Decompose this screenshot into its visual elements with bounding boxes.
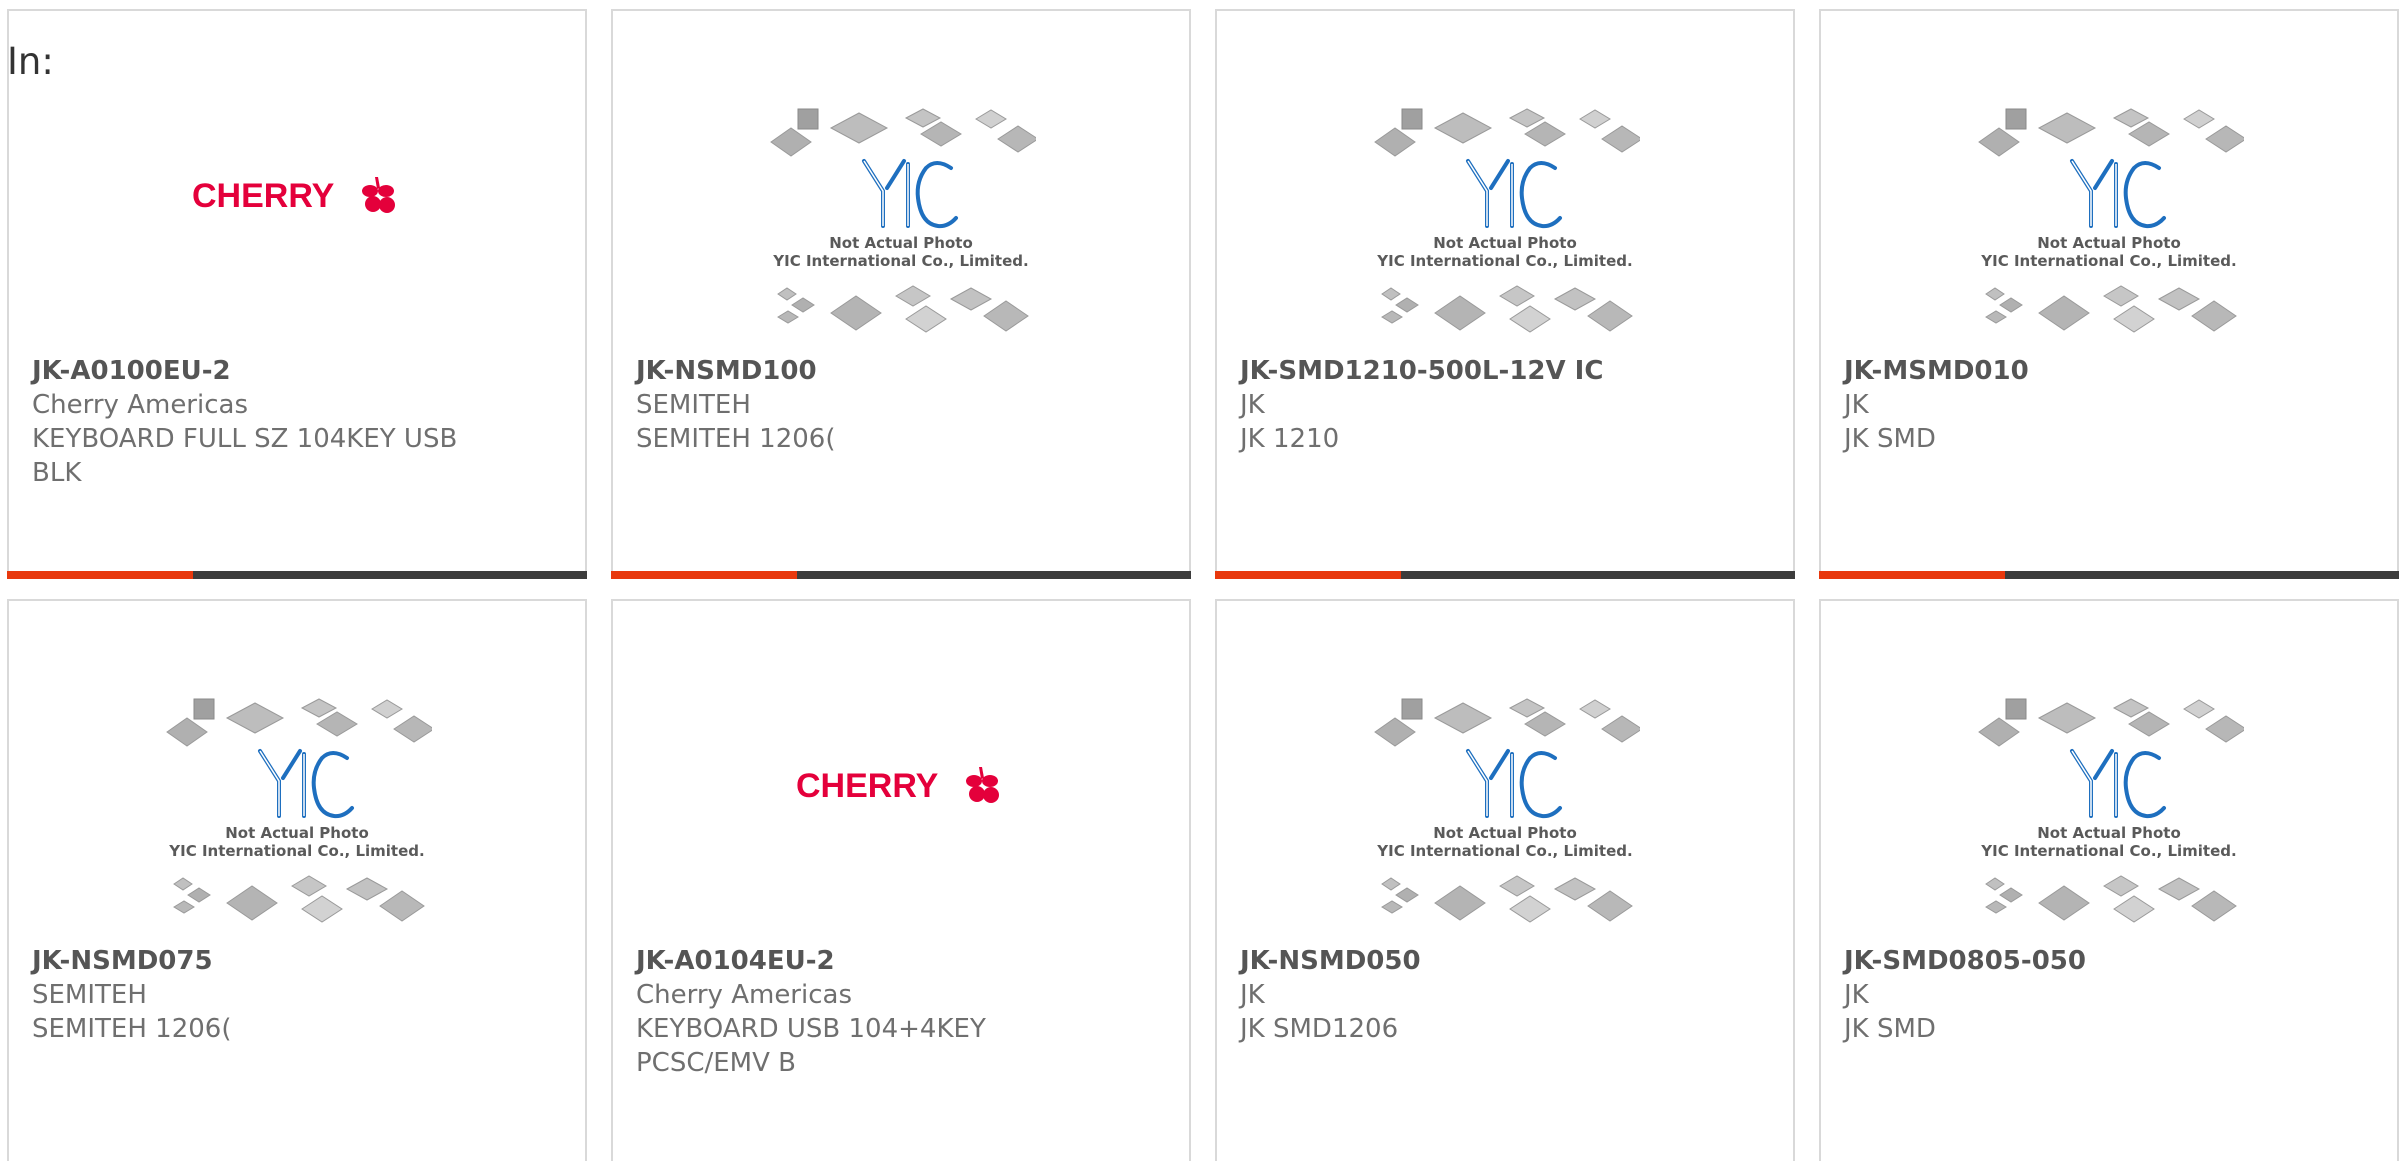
- cherry-logo: CHERRY: [192, 171, 402, 223]
- not-actual-photo-placeholder: Not Actual Photo YIC International Co., L…: [766, 106, 1039, 350]
- placeholder-caption-line1: Not Actual Photo: [829, 234, 973, 252]
- manufacturer: Cherry Americas: [32, 390, 248, 420]
- part-number[interactable]: JK-NSMD100: [636, 354, 1169, 388]
- product-card[interactable]: Not Actual Photo YIC International Co., L…: [1215, 9, 1795, 579]
- card-accent-bar: [1215, 571, 1795, 579]
- card-accent-fill: [611, 571, 797, 579]
- product-info: JK-MSMD010 JK JK SMD: [1844, 354, 2377, 456]
- product-image[interactable]: Not Actual Photo YIC International Co., L…: [1217, 91, 1793, 361]
- part-number[interactable]: JK-A0100EU-2: [32, 354, 565, 388]
- description: KEYBOARD FULL SZ 104KEY USB BLK: [32, 424, 458, 488]
- description: SEMITEH 1206(: [636, 424, 836, 454]
- placeholder-caption-line2: YIC International Co., Limited.: [1376, 252, 1632, 270]
- product-card[interactable]: Not Actual Photo YIC International Co., L…: [611, 9, 1191, 579]
- not-actual-photo-placeholder: Not Actual Photo YIC International Co., L…: [162, 696, 435, 940]
- product-image[interactable]: Not Actual Photo YIC International Co., L…: [1821, 91, 2397, 361]
- product-info: JK-NSMD100 SEMITEH SEMITEH 1206(: [636, 354, 1169, 456]
- product-card[interactable]: Not Actual Photo YIC International Co., L…: [1215, 599, 1795, 1161]
- manufacturer: Cherry Americas: [636, 980, 852, 1010]
- placeholder-caption-line1: Not Actual Photo: [1433, 234, 1577, 252]
- product-image[interactable]: CHERRY: [9, 91, 585, 361]
- description: KEYBOARD USB 104+4KEY PCSC/EMV B: [636, 1014, 986, 1078]
- manufacturer: JK: [1240, 980, 1265, 1010]
- part-number[interactable]: JK-MSMD010: [1844, 354, 2377, 388]
- part-number[interactable]: JK-A0104EU-2: [636, 944, 1169, 978]
- product-image[interactable]: Not Actual Photo YIC International Co., L…: [9, 681, 585, 951]
- product-info: JK-NSMD050 JK JK SMD1206: [1240, 944, 1773, 1046]
- product-info: JK-NSMD075 SEMITEH SEMITEH 1206(: [32, 944, 565, 1046]
- placeholder-caption-line1: Not Actual Photo: [2037, 234, 2181, 252]
- product-card[interactable]: Not Actual Photo YIC International Co., L…: [7, 599, 587, 1161]
- manufacturer: JK: [1240, 390, 1265, 420]
- description: JK 1210: [1240, 424, 1340, 454]
- product-info: JK-SMD0805-050 JK JK SMD: [1844, 944, 2377, 1046]
- in-label: In:: [7, 40, 54, 83]
- placeholder-caption-line2: YIC International Co., Limited.: [1376, 842, 1632, 860]
- cherry-logo: CHERRY: [796, 761, 1006, 813]
- not-actual-photo-placeholder: Not Actual Photo YIC International Co., L…: [1370, 106, 1643, 350]
- product-info: JK-SMD1210-500L-12V IC JK JK 1210: [1240, 354, 1773, 456]
- placeholder-caption-line1: Not Actual Photo: [1433, 824, 1577, 842]
- product-card[interactable]: Not Actual Photo YIC International Co., L…: [1819, 9, 2399, 579]
- manufacturer: JK: [1844, 980, 1869, 1010]
- not-actual-photo-placeholder: Not Actual Photo YIC International Co., L…: [1974, 696, 2247, 940]
- description: SEMITEH 1206(: [32, 1014, 232, 1044]
- part-number[interactable]: JK-NSMD050: [1240, 944, 1773, 978]
- not-actual-photo-placeholder: Not Actual Photo YIC International Co., L…: [1370, 696, 1643, 940]
- card-accent-fill: [1819, 571, 2005, 579]
- description: JK SMD: [1844, 1014, 1936, 1044]
- part-number[interactable]: JK-SMD1210-500L-12V IC: [1240, 354, 1773, 388]
- placeholder-caption-line1: Not Actual Photo: [225, 824, 369, 842]
- not-actual-photo-placeholder: Not Actual Photo YIC International Co., L…: [1974, 106, 2247, 350]
- part-number[interactable]: JK-SMD0805-050: [1844, 944, 2377, 978]
- product-results-page: In: CHERRY JK-A0100EU-2 Cherry Americas KEY…: [0, 0, 2400, 1161]
- product-info: JK-A0100EU-2 Cherry Americas KEYBOARD FULL…: [32, 354, 565, 490]
- product-grid: CHERRY JK-A0100EU-2 Cherry Americas KEYBOAR…: [7, 9, 2399, 1161]
- svg-text:CHERRY: CHERRY: [796, 767, 939, 805]
- description: JK SMD: [1844, 424, 1936, 454]
- product-card[interactable]: CHERRY JK-A0104EU-2 Cherry Americas KEYBOAR…: [611, 599, 1191, 1161]
- product-image[interactable]: Not Actual Photo YIC International Co., L…: [1217, 681, 1793, 951]
- manufacturer: SEMITEH: [32, 980, 147, 1010]
- placeholder-caption-line1: Not Actual Photo: [2037, 824, 2181, 842]
- description: JK SMD1206: [1240, 1014, 1399, 1044]
- manufacturer: JK: [1844, 390, 1869, 420]
- product-image[interactable]: CHERRY: [613, 681, 1189, 951]
- placeholder-caption-line2: YIC International Co., Limited.: [168, 842, 424, 860]
- product-image[interactable]: Not Actual Photo YIC International Co., L…: [613, 91, 1189, 361]
- placeholder-caption-line2: YIC International Co., Limited.: [1980, 842, 2236, 860]
- placeholder-caption-line2: YIC International Co., Limited.: [772, 252, 1028, 270]
- card-accent-fill: [7, 571, 193, 579]
- product-info: JK-A0104EU-2 Cherry Americas KEYBOARD USB …: [636, 944, 1169, 1080]
- card-accent-bar: [7, 571, 587, 579]
- card-accent-bar: [611, 571, 1191, 579]
- card-accent-bar: [1819, 571, 2399, 579]
- placeholder-caption-line2: YIC International Co., Limited.: [1980, 252, 2236, 270]
- card-accent-fill: [1215, 571, 1401, 579]
- svg-text:CHERRY: CHERRY: [192, 177, 335, 215]
- product-card[interactable]: CHERRY JK-A0100EU-2 Cherry Americas KEYBOAR…: [7, 9, 587, 579]
- product-image[interactable]: Not Actual Photo YIC International Co., L…: [1821, 681, 2397, 951]
- part-number[interactable]: JK-NSMD075: [32, 944, 565, 978]
- manufacturer: SEMITEH: [636, 390, 751, 420]
- product-card[interactable]: Not Actual Photo YIC International Co., L…: [1819, 599, 2399, 1161]
